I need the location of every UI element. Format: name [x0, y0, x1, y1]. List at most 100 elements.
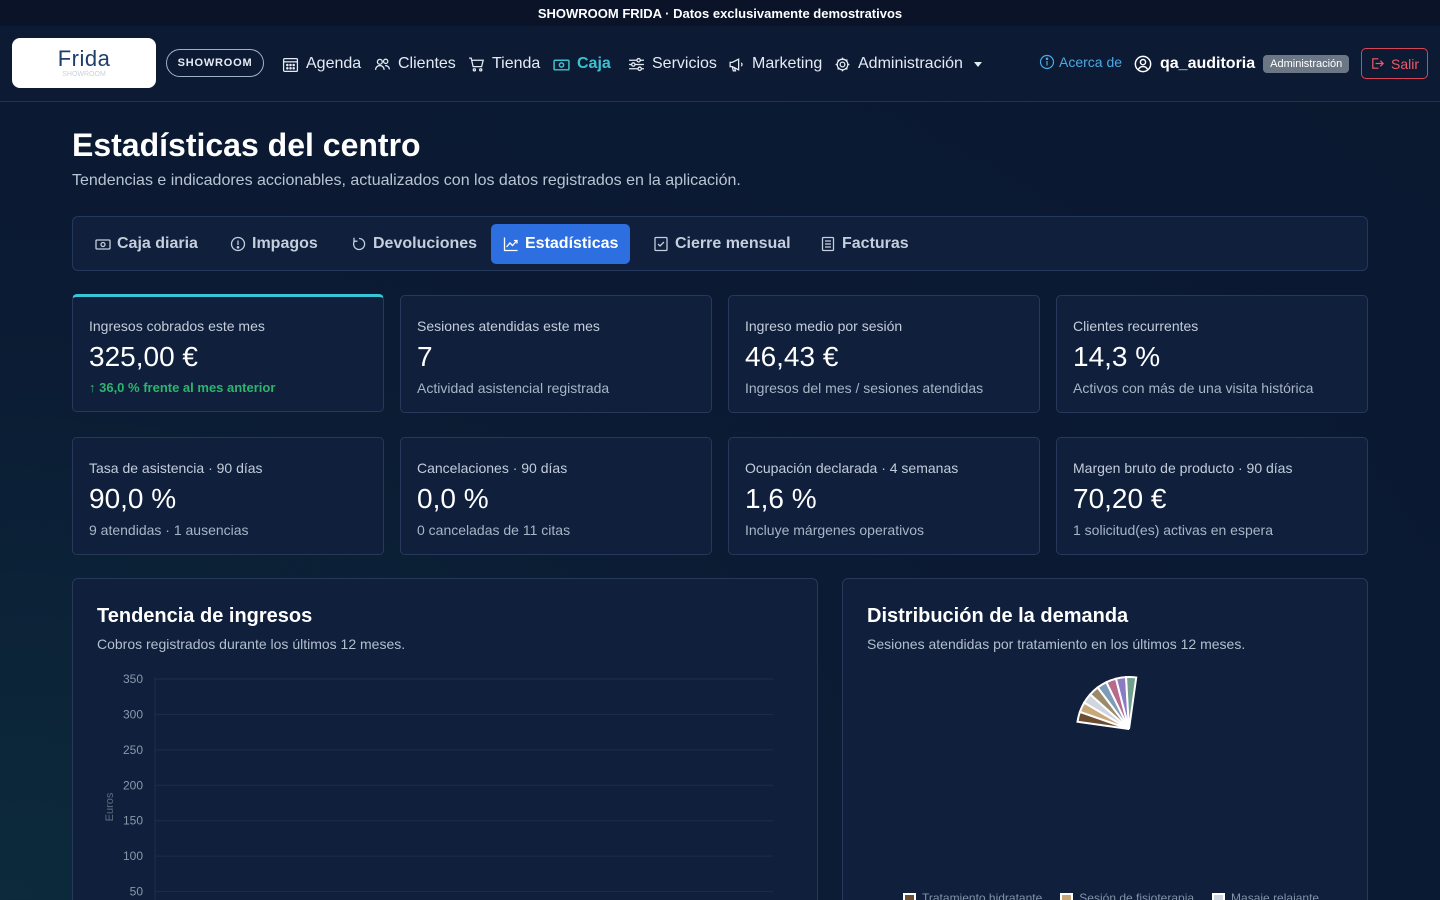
caja-tabbar: Caja diaria Impagos Devoluciones Estadís…	[72, 216, 1368, 271]
legend-item[interactable]: Sesión de fisioterapia	[1060, 891, 1194, 900]
logo-text: Frida	[57, 46, 111, 71]
users-icon	[374, 58, 391, 70]
page-title: Estadísticas del centro	[72, 127, 421, 163]
demand-legend: Tratamiento hidratante Sesión de fisioter…	[903, 891, 1319, 900]
top-navbar: Frida SHOWROOM SHOWROOM Agenda Clientes …	[0, 26, 1440, 102]
nav-administracion[interactable]: Administración	[834, 52, 982, 76]
legend-label: Masaje relajante	[1231, 891, 1320, 900]
role-badge: Administración	[1263, 55, 1350, 73]
kpi-note: Ingresos del mes / sesiones atendidas	[745, 380, 984, 396]
y-axis-label: Euros	[104, 792, 116, 821]
kpi-note: 0 canceladas de 11 citas	[417, 522, 571, 538]
user-circle-icon	[1134, 55, 1152, 73]
y-tick-label: 100	[123, 849, 143, 863]
frida-logo[interactable]: Frida SHOWROOM	[12, 38, 156, 88]
kpi-label: Clientes recurrentes	[1073, 318, 1199, 334]
user-menu[interactable]: qa_auditoria Administración	[1134, 52, 1350, 76]
kpi-value: 14,3 %	[1073, 341, 1161, 372]
kpi-note: 9 atendidas · 1 ausencias	[89, 522, 249, 538]
tab-cierre-mensual[interactable]: Cierre mensual	[641, 224, 803, 264]
showroom-badge: SHOWROOM	[166, 49, 264, 77]
nav-agenda-label: Agenda	[306, 55, 362, 72]
kpi-label: Tasa de asistencia · 90 días	[89, 460, 263, 476]
tab-facturas-label: Facturas	[842, 235, 909, 252]
legend-label: Sesión de fisioterapia	[1079, 891, 1195, 900]
page-subtitle: Tendencias e indicadores accionables, ac…	[72, 172, 741, 189]
tab-devoluciones-label: Devoluciones	[373, 235, 478, 252]
nav-servicios[interactable]: Servicios	[628, 52, 717, 76]
cart-icon	[469, 56, 485, 72]
tab-estadisticas[interactable]: Estadísticas	[491, 224, 631, 264]
revenue-line-chart: 350 300 250 200 150 100 50 Euros	[104, 672, 773, 900]
tab-impagos[interactable]: Impagos	[218, 224, 330, 264]
nav-agenda[interactable]: Agenda	[282, 52, 361, 76]
about-link[interactable]: Acerca de	[1039, 54, 1122, 70]
y-tick-label: 250	[123, 743, 143, 757]
logout-button[interactable]: Salir	[1361, 48, 1428, 79]
kpi-note: Actividad asistencial registrada	[417, 380, 610, 396]
legend-swatch	[1212, 892, 1226, 900]
chevron-down-icon	[973, 61, 982, 67]
y-tick-label: 150	[123, 814, 143, 828]
tab-facturas[interactable]: Facturas	[808, 224, 921, 264]
pie-slice[interactable]	[1124, 676, 1138, 730]
kpi-note: 1 solicitud(es) activas en espera	[1073, 522, 1273, 538]
cash-icon	[553, 59, 570, 71]
kpi-trend: ↑ 36,0 % frente al mes anterior	[89, 380, 276, 395]
legend-label: Tratamiento hidratante	[922, 891, 1043, 900]
logout-icon	[1372, 58, 1384, 69]
kpi-card-ingreso-medio: Ingreso medio por sesión 46,43 € Ingreso…	[728, 295, 1040, 413]
tab-caja-diaria[interactable]: Caja diaria	[83, 224, 210, 264]
sliders-icon	[629, 57, 644, 71]
kpi-label: Ingresos cobrados este mes	[89, 318, 265, 334]
tab-cierre-mensual-label: Cierre mensual	[675, 235, 791, 252]
gear-icon	[835, 57, 850, 71]
username: qa_auditoria	[1160, 55, 1256, 72]
kpi-card-asistencia: Tasa de asistencia · 90 días 90,0 % 9 at…	[72, 437, 384, 555]
nav-caja-label: Caja	[577, 55, 611, 72]
legend-swatch	[903, 892, 916, 900]
nav-tienda-label: Tienda	[492, 55, 541, 72]
revenue-trend-panel: Tendencia de ingresos Cobros registrados…	[72, 578, 818, 900]
megaphone-icon	[729, 57, 743, 72]
kpi-value: 70,20 €	[1073, 483, 1167, 514]
kpi-card-ocupacion: Ocupación declarada · 4 semanas 1,6 % In…	[728, 437, 1040, 555]
kpi-card-sesiones: Sesiones atendidas este mes 7 Actividad …	[400, 295, 712, 413]
rotate-icon	[353, 237, 366, 251]
logo-subtext: SHOWROOM	[62, 71, 106, 78]
kpi-value: 46,43 €	[745, 341, 839, 372]
tab-estadisticas-label: Estadísticas	[525, 235, 619, 252]
y-tick-label: 350	[123, 672, 143, 686]
demand-pie-chart	[1076, 676, 1138, 730]
kpi-card-recurrentes: Clientes recurrentes 14,3 % Activos con …	[1056, 295, 1368, 413]
kpi-value: 1,6 %	[745, 483, 817, 514]
kpi-card-margen: Margen bruto de producto · 90 días 70,20…	[1056, 437, 1368, 555]
kpi-value: 7	[417, 341, 433, 372]
cash-icon	[95, 239, 111, 250]
nav-marketing-label: Marketing	[752, 55, 823, 72]
kpi-value: 0,0 %	[417, 483, 489, 514]
y-tick-label: 200	[123, 778, 143, 792]
legend-swatch	[1060, 892, 1074, 900]
nav-administracion-label: Administración	[858, 55, 963, 72]
nav-marketing[interactable]: Marketing	[728, 52, 822, 76]
kpi-note: Incluye márgenes operativos	[745, 522, 924, 538]
kpi-note: Activos con más de una visita histórica	[1073, 380, 1314, 396]
demo-banner-text: SHOWROOM FRIDA · Datos exclusivamente de…	[537, 5, 903, 21]
tab-impagos-label: Impagos	[252, 235, 318, 252]
kpi-label: Cancelaciones · 90 días	[417, 460, 568, 476]
legend-item[interactable]: Tratamiento hidratante	[903, 891, 1042, 900]
kpi-value: 90,0 %	[89, 483, 177, 514]
nav-caja[interactable]: Caja	[553, 52, 611, 76]
nav-clientes[interactable]: Clientes	[374, 52, 456, 76]
kpi-label: Sesiones atendidas este mes	[417, 318, 600, 334]
checklist-icon	[654, 236, 668, 252]
tab-devoluciones[interactable]: Devoluciones	[339, 224, 489, 264]
demand-distribution-panel: Distribución de la demanda Sesiones aten…	[842, 578, 1368, 900]
nav-tienda[interactable]: Tienda	[468, 52, 540, 76]
kpi-label: Margen bruto de producto · 90 días	[1073, 460, 1293, 476]
legend-item[interactable]: Masaje relajante	[1212, 891, 1319, 900]
kpi-value: 325,00 €	[89, 341, 198, 372]
info-circle-icon	[1039, 54, 1055, 70]
chart-line-icon	[503, 237, 518, 252]
